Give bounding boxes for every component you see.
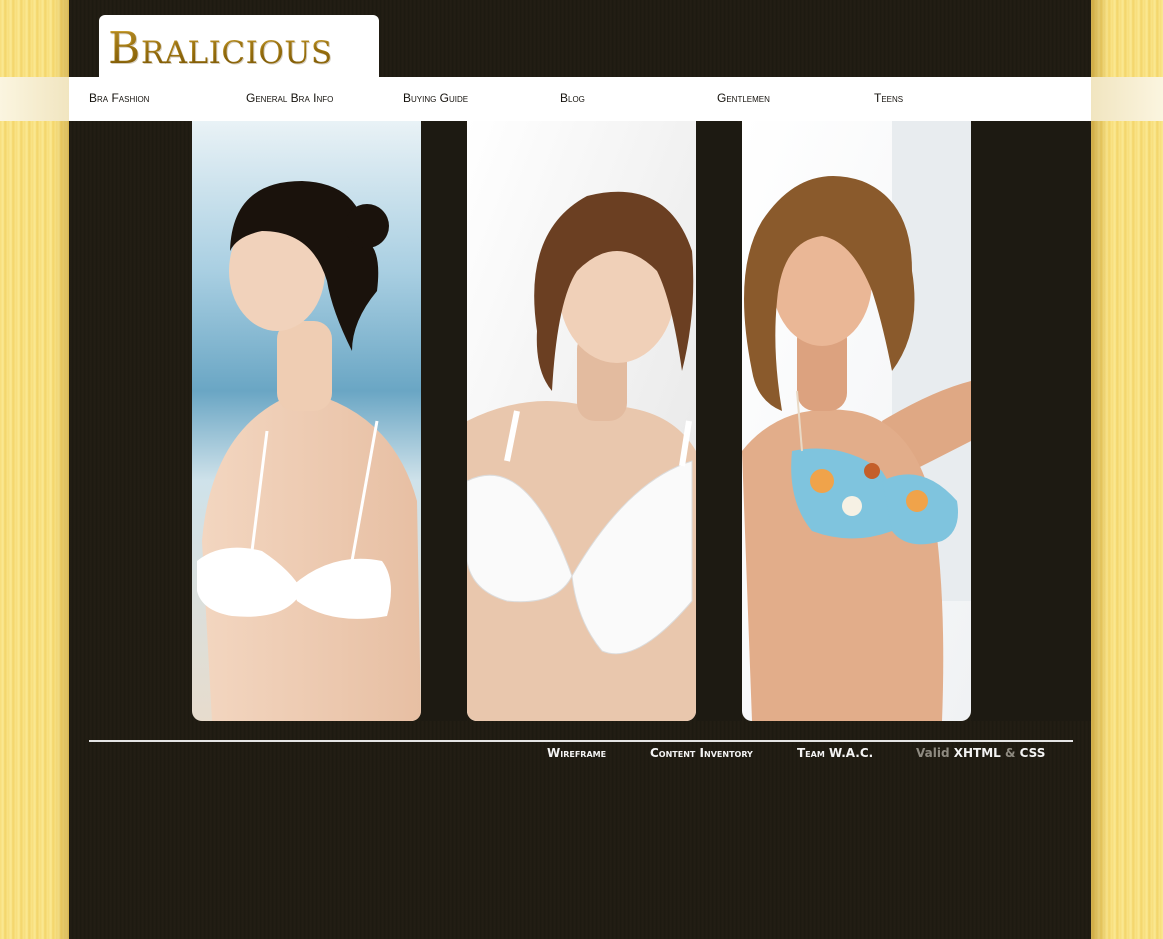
divider-post xyxy=(696,121,742,721)
model-photo-white-lace[interactable] xyxy=(467,121,696,721)
footer-link-content-inventory[interactable]: Content Inventory xyxy=(650,746,753,760)
nav-item-blog[interactable]: Blog xyxy=(560,91,585,105)
divider-post xyxy=(421,121,467,721)
xhtml-link[interactable]: XHTML xyxy=(954,746,1001,760)
validation-links: Valid XHTML & CSS xyxy=(916,746,1045,760)
footer-link-wireframe[interactable]: Wireframe xyxy=(547,746,606,760)
footer-link-team[interactable]: Team W.A.C. xyxy=(797,746,873,760)
photo-illustration xyxy=(467,121,696,721)
nav-item-general-bra-info[interactable]: General Bra Info xyxy=(246,91,333,105)
side-shadow-left xyxy=(54,0,69,939)
nav-item-teens[interactable]: Teens xyxy=(874,91,903,105)
model-photo-beach[interactable] xyxy=(192,121,421,721)
nav-item-bra-fashion[interactable]: Bra Fashion xyxy=(89,91,149,105)
page-container: Bralicious Bra Fashion General Bra Info … xyxy=(69,0,1091,939)
nav-band-left xyxy=(0,77,69,121)
footer-rule xyxy=(89,740,1073,742)
nav-item-buying-guide[interactable]: Buying Guide xyxy=(403,91,468,105)
valid-label: Valid xyxy=(916,746,950,760)
photo-illustration xyxy=(192,121,421,721)
side-shadow-right xyxy=(1091,0,1109,939)
nav-item-gentlemen[interactable]: Gentlemen xyxy=(717,91,770,105)
photo-illustration xyxy=(742,121,971,721)
ampersand: & xyxy=(1005,746,1016,760)
model-photo-floral[interactable] xyxy=(742,121,971,721)
logo-tab[interactable]: Bralicious xyxy=(99,15,379,79)
main-nav: Bra Fashion General Bra Info Buying Guid… xyxy=(69,77,1091,121)
nav-band-right xyxy=(1091,77,1163,121)
site-logo[interactable]: Bralicious xyxy=(108,23,333,74)
divider-post xyxy=(971,121,1091,721)
css-link[interactable]: CSS xyxy=(1020,746,1046,760)
